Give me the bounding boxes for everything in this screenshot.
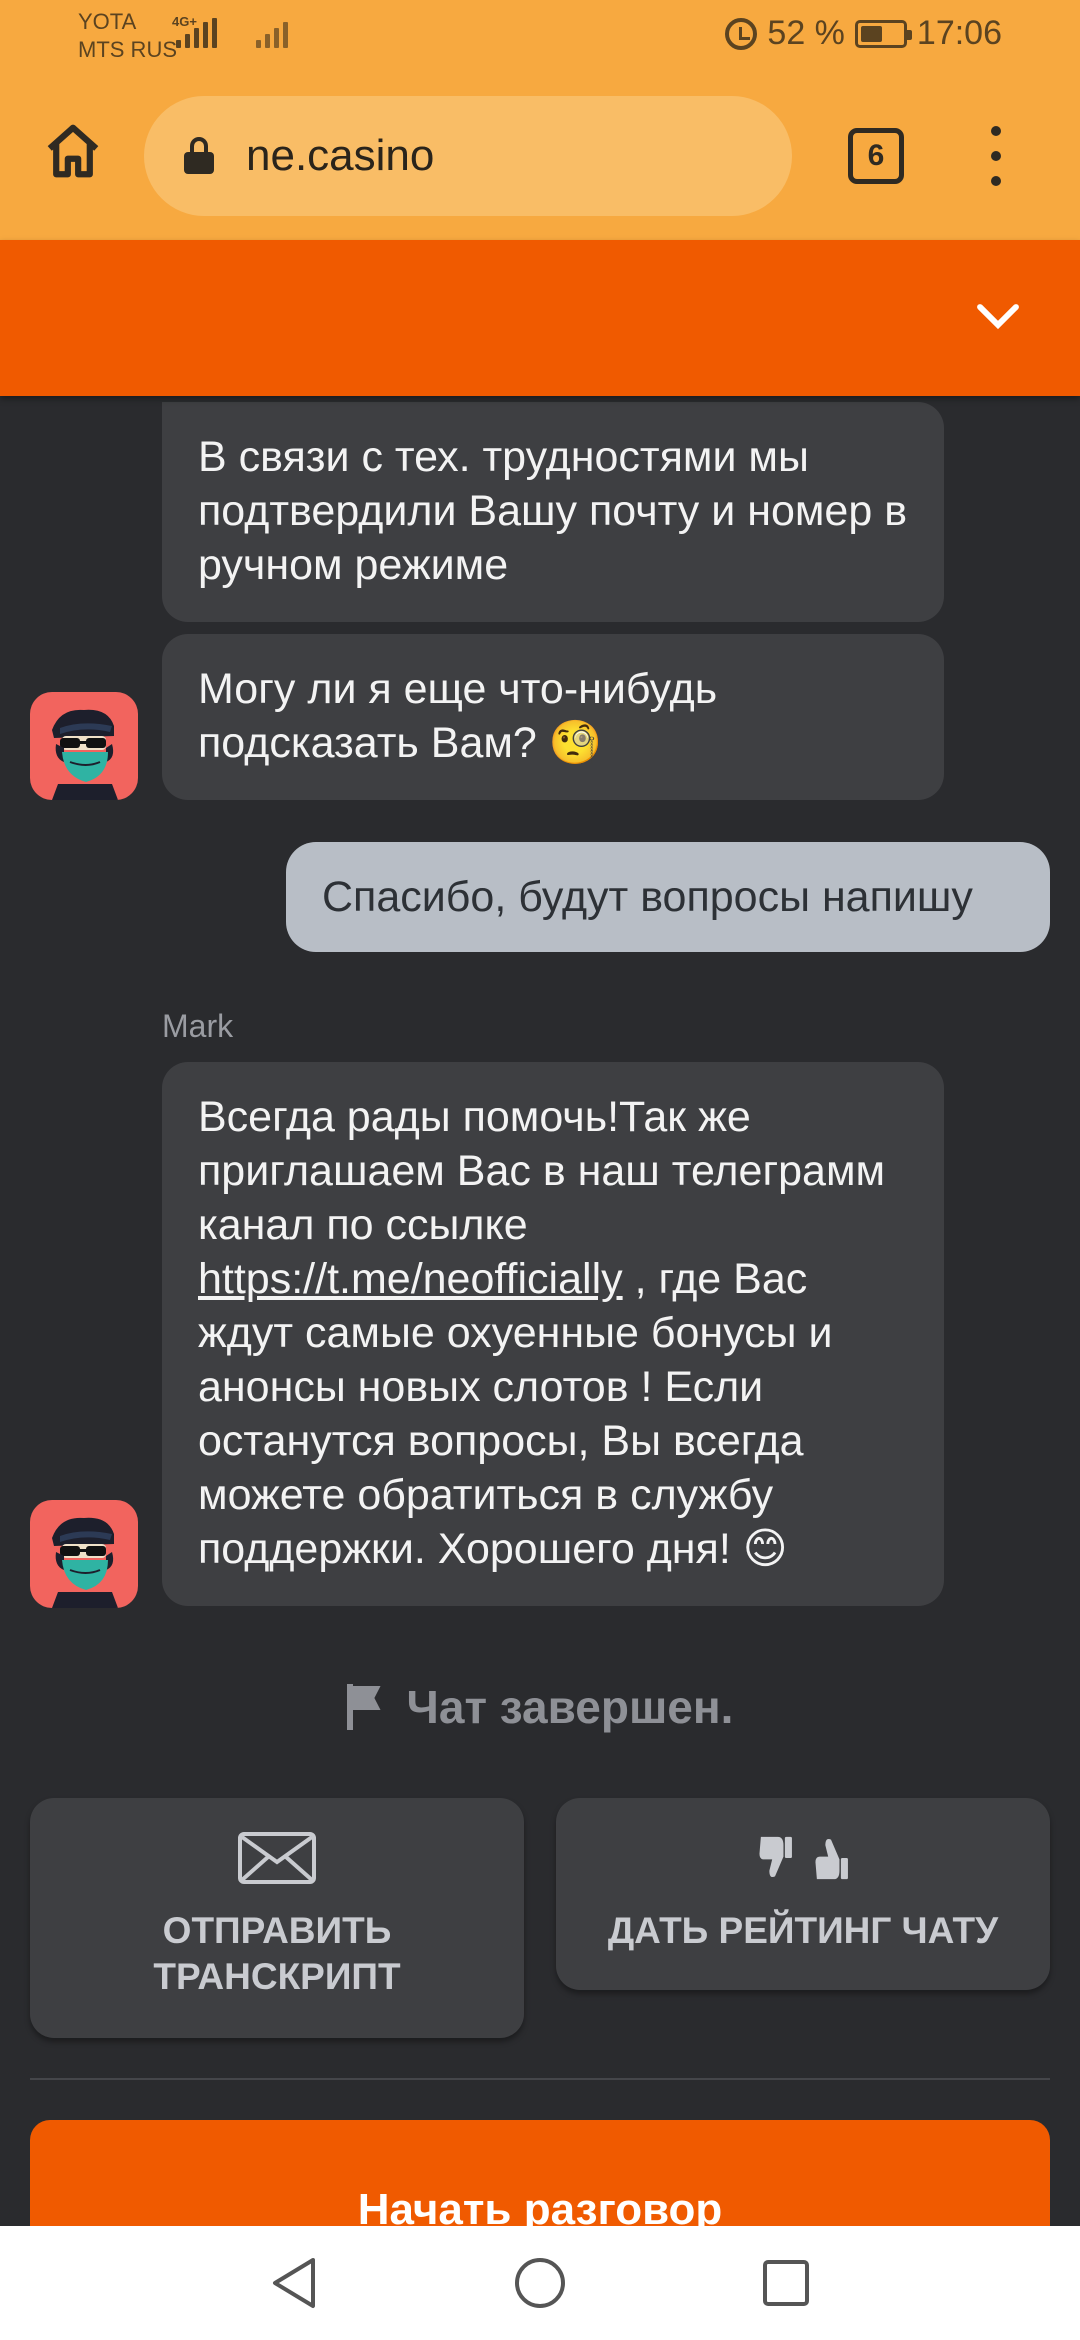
battery-icon [854,19,912,48]
clock: 17:06 [916,14,1002,52]
telegram-link[interactable]: https://t.me/neofficially [198,1255,623,1303]
alarm-icon [725,17,758,50]
envelope-icon [238,1832,316,1884]
lock-icon [184,137,214,175]
agent-message: Могу ли я еще что-нибудь подсказать Вам?… [162,634,944,800]
carrier-1: YOTA [78,9,137,34]
status-right: 52 % 17:06 [725,14,1002,53]
chat-ended-text: Чат завершен. [406,1681,734,1733]
send-transcript-label: ОТПРАВИТЬ ТРАНСКРИПТ [153,1910,401,1997]
nav-back-button[interactable] [264,2253,324,2313]
nav-recents-button[interactable] [756,2253,816,2313]
home-icon [47,124,99,178]
agent-message: Всегда рады помочь!Так же приглашаем Вас… [162,1062,944,1606]
chevron-down-icon [977,304,1019,330]
collapse-chat-button[interactable] [968,286,1028,346]
agent-message: В связи с тех. трудностями мы подтвердил… [162,402,944,622]
dot-icon [991,151,1001,161]
browser-top-bar: YOTA MTS RUS 4G+ 52 % 17:06 ne.casino 6 [0,0,1080,240]
masked-agent-icon [52,709,118,800]
signal-strength-icon [256,18,288,48]
home-circle-icon [515,2258,565,2308]
thumbs-down-icon [759,1836,792,1878]
chat-ended-notice: Чат завершен. [0,1680,1080,1734]
divider [30,2078,1050,2080]
dot-icon [991,126,1001,136]
home-button[interactable] [40,118,106,184]
chat-header [0,240,1080,396]
url-text: ne.casino [246,131,435,180]
agent-avatar [30,692,138,800]
dot-icon [991,176,1001,186]
carrier-info: YOTA MTS RUS [78,8,177,64]
browser-menu-button[interactable] [984,126,1008,186]
masked-agent-icon [52,1517,118,1608]
android-nav-bar [0,2226,1080,2340]
tab-switcher-button[interactable]: 6 [848,128,904,184]
back-triangle-icon [273,2258,315,2308]
recents-square-icon [763,2260,809,2306]
send-transcript-button[interactable]: ОТПРАВИТЬ ТРАНСКРИПТ [30,1798,524,2038]
flag-icon [346,1684,383,1730]
message-text: Всегда рады помочь!Так же приглашаем Вас… [198,1093,886,1249]
carrier-2: MTS RUS [78,37,177,62]
thumbs-up-icon [815,1838,848,1880]
signal-strength-icon [176,18,217,48]
agent-avatar [30,1500,138,1608]
battery-percent: 52 % [767,14,845,52]
address-bar[interactable]: ne.casino [144,96,792,216]
user-message: Спасибо, будут вопросы напишу [286,842,1050,952]
rate-chat-button[interactable]: ДАТЬ РЕЙТИНГ ЧАТУ [556,1798,1050,1990]
status-bar: YOTA MTS RUS 4G+ 52 % 17:06 [0,0,1080,72]
nav-home-button[interactable] [510,2253,570,2313]
agent-name: Mark [162,1008,234,1044]
screen: YOTA MTS RUS 4G+ 52 % 17:06 ne.casino 6 … [0,0,1080,2340]
rate-chat-label: ДАТЬ РЕЙТИНГ ЧАТУ [607,1910,999,1951]
